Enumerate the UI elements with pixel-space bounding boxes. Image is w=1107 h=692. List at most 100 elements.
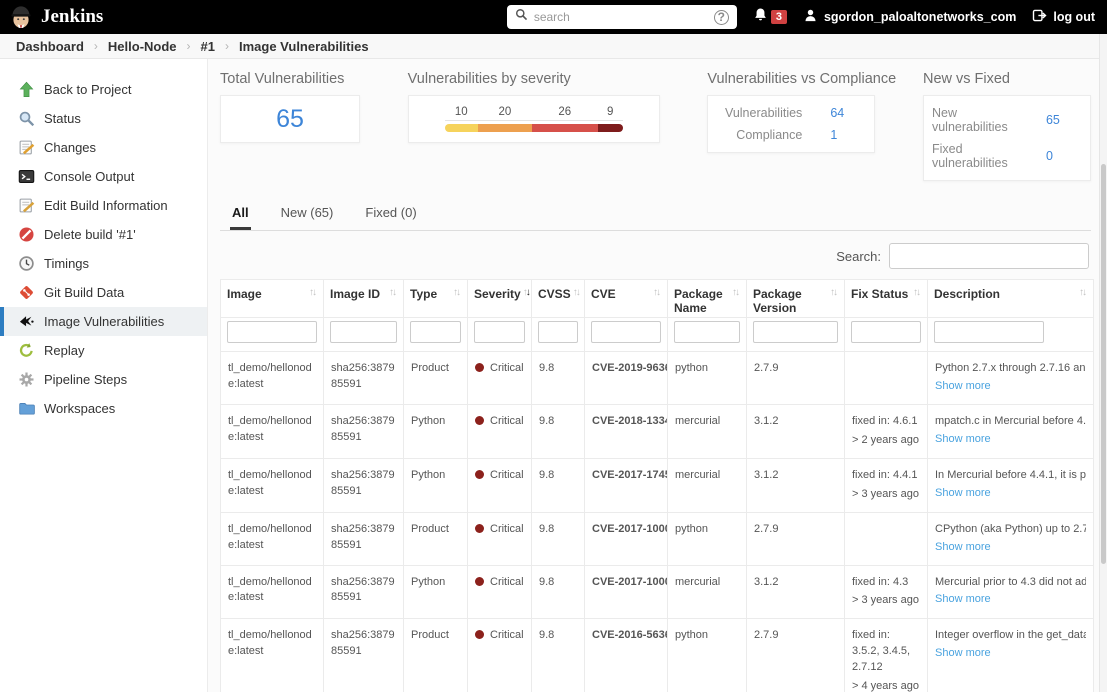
- table-row: tl_demo/hellonode:latest sha256:387985591…: [220, 618, 1094, 692]
- description-text: mpatch.c in Mercurial before 4.6.1 misha…: [935, 414, 1086, 427]
- column-sort-control[interactable]: Image ↑↓: [227, 287, 317, 301]
- cell-type: Product: [403, 511, 468, 566]
- filter-input-image[interactable]: [227, 321, 317, 343]
- sidebar-item-label: Workspaces: [44, 401, 116, 416]
- breadcrumb-item-dashboard[interactable]: Dashboard: [16, 39, 84, 54]
- tab-new-65[interactable]: New (65): [279, 197, 336, 230]
- filter-input-package-version[interactable]: [753, 321, 838, 343]
- terminal-icon: [18, 168, 35, 185]
- new-vs-fixed-value: 65: [1045, 113, 1060, 127]
- new-vs-fixed-row: New vulnerabilities 65: [932, 102, 1082, 138]
- description-text: Integer overflow in the get_data functio…: [935, 629, 1086, 642]
- scrollbar-thumb[interactable]: [1101, 164, 1106, 564]
- fix-status-age: > 3 years ago: [852, 487, 919, 500]
- sidebar-item-changes[interactable]: Changes: [0, 133, 207, 162]
- column-sort-control[interactable]: Severity ↑↓: [474, 287, 531, 301]
- cell-type: Python: [403, 564, 468, 620]
- filter-cell-package-name: [667, 317, 747, 352]
- filter-input-cvss[interactable]: [538, 321, 578, 343]
- column-header-image: Image ↑↓: [220, 279, 324, 318]
- filter-input-package-name[interactable]: [674, 321, 740, 343]
- vulns-vs-compliance-row: Compliance 1: [716, 124, 866, 146]
- column-sort-control[interactable]: Image ID ↑↓: [330, 287, 397, 301]
- top-bar: Jenkins ? 3 sgordon_paloaltonetwork: [0, 0, 1107, 34]
- severity-stacked-bar: 10 20 26 9: [417, 106, 651, 132]
- sidebar-item-image-vulnerabilities[interactable]: Image Vulnerabilities: [0, 307, 207, 336]
- column-header-cvss: CVSS ↑↓: [531, 279, 585, 318]
- table-row: tl_demo/hellonode:latest sha256:387985591…: [220, 457, 1094, 513]
- cell-package-version: 2.7.9: [746, 351, 845, 405]
- show-more-link[interactable]: Show more: [935, 486, 991, 502]
- filter-cell-package-version: [746, 317, 845, 352]
- vulnerabilities-table: Image ↑↓ Image ID ↑↓ Type ↑↓ Severity ↑↓ CVSS ↑↓ C…: [220, 279, 1094, 692]
- column-sort-control[interactable]: Description ↑↓: [934, 287, 1087, 301]
- vertical-scrollbar[interactable]: [1099, 34, 1107, 692]
- cell-package-name: python: [667, 618, 747, 692]
- filter-input-image-id[interactable]: [330, 321, 397, 343]
- cell-description: Python 2.7.x through 2.7.16 and 3.x thro…: [927, 351, 1094, 405]
- sort-arrows-icon: ↑↓: [913, 287, 921, 298]
- cell-cve: CVE-2019-9636: [584, 351, 668, 405]
- severity-segment-bar: [444, 124, 478, 132]
- column-sort-control[interactable]: CVSS ↑↓: [538, 287, 581, 301]
- search-help-icon[interactable]: ?: [713, 9, 729, 25]
- changes-icon: [18, 139, 35, 156]
- notifications-button[interactable]: 3: [753, 7, 787, 27]
- jenkins-home-link[interactable]: Jenkins: [8, 4, 103, 30]
- filter-input-fix-status[interactable]: [851, 321, 921, 343]
- tab-fixed-0[interactable]: Fixed (0): [363, 197, 418, 230]
- sidebar-item-replay[interactable]: Replay: [0, 336, 207, 365]
- global-search-input[interactable]: [533, 10, 708, 24]
- column-sort-control[interactable]: Fix Status ↑↓: [851, 287, 921, 301]
- fix-status-version: fixed in: 3.5.2, 3.4.5, 2.7.12: [852, 629, 911, 674]
- column-sort-control[interactable]: Package Version ↑↓: [753, 287, 838, 315]
- sort-arrows-icon: ↑↓: [653, 287, 661, 298]
- sidebar-item-git-build-data[interactable]: Git Build Data: [0, 278, 207, 307]
- logout-label: log out: [1053, 10, 1095, 24]
- severity-dot-icon: [475, 363, 484, 372]
- cell-cve: CVE-2016-5636: [584, 618, 668, 692]
- column-sort-control[interactable]: Type ↑↓: [410, 287, 461, 301]
- show-more-link[interactable]: Show more: [935, 592, 991, 608]
- sidebar-item-status[interactable]: Status: [0, 104, 207, 133]
- table-search-input[interactable]: [889, 243, 1089, 269]
- sidebar-item-back-to-project[interactable]: Back to Project: [0, 75, 207, 104]
- severity-segment-label: 10: [444, 106, 478, 121]
- cell-type: Python: [403, 457, 468, 513]
- tab-all[interactable]: All: [230, 197, 251, 230]
- severity-segment: 26: [531, 106, 598, 132]
- sidebar-item-delete-build-1[interactable]: Delete build '#1': [0, 220, 207, 249]
- sidebar-item-pipeline-steps[interactable]: Pipeline Steps: [0, 365, 207, 394]
- show-more-link[interactable]: Show more: [935, 432, 991, 448]
- show-more-link[interactable]: Show more: [935, 646, 991, 662]
- username-label: sgordon_paloaltonetworks_com: [823, 10, 1017, 24]
- description-text: CPython (aka Python) up to 2.7.13 is vul…: [935, 522, 1086, 535]
- replay-icon: [18, 342, 35, 359]
- user-menu-button[interactable]: sgordon_paloaltonetworks_com: [803, 8, 1016, 26]
- breadcrumb-item-1[interactable]: #1: [201, 39, 215, 54]
- breadcrumb-item-hello-node[interactable]: Hello-Node: [108, 39, 177, 54]
- filter-input-description[interactable]: [934, 321, 1044, 343]
- severity-segment: 9: [597, 106, 623, 132]
- show-more-link[interactable]: Show more: [935, 379, 991, 395]
- sidebar-item-edit-build-information[interactable]: Edit Build Information: [0, 191, 207, 220]
- severity-segment: 20: [477, 106, 532, 132]
- git-icon: [18, 284, 35, 301]
- severity-segment-bar: [477, 124, 532, 132]
- vulns-vs-compliance-label: Vulnerabilities: [724, 106, 803, 120]
- logout-button[interactable]: log out: [1032, 8, 1095, 26]
- show-more-link[interactable]: Show more: [935, 540, 991, 556]
- sidebar-item-console-output[interactable]: Console Output: [0, 162, 207, 191]
- filter-input-severity[interactable]: [474, 321, 525, 343]
- breadcrumb-item-image-vulnerabilities[interactable]: Image Vulnerabilities: [239, 39, 369, 54]
- fix-status-version: fixed in: 4.3: [852, 575, 909, 588]
- jenkins-butler-icon: [8, 4, 34, 30]
- filter-input-cve[interactable]: [591, 321, 661, 343]
- column-sort-control[interactable]: CVE ↑↓: [591, 287, 661, 301]
- filter-input-type[interactable]: [410, 321, 461, 343]
- sidebar-item-workspaces[interactable]: Workspaces: [0, 394, 207, 423]
- fix-status-age: > 4 years ago: [852, 680, 919, 692]
- sidebar-item-timings[interactable]: Timings: [0, 249, 207, 278]
- column-sort-control[interactable]: Package Name ↑↓: [674, 287, 740, 315]
- filter-cell-description: [927, 317, 1094, 352]
